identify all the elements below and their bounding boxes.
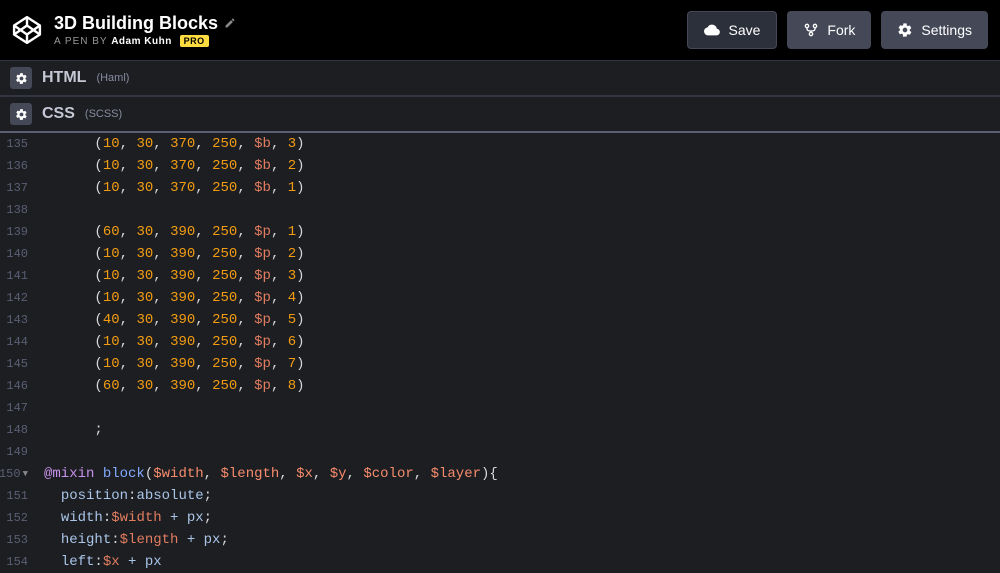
- line-number: 146: [0, 375, 28, 397]
- code-line[interactable]: height:$length + px;: [36, 529, 1000, 551]
- fork-icon: [803, 22, 819, 38]
- code-line[interactable]: ;: [36, 419, 1000, 441]
- line-number: 151: [0, 485, 28, 507]
- pen-title[interactable]: 3D Building Blocks: [54, 13, 687, 34]
- code-line[interactable]: (10, 30, 390, 250, $p, 4): [36, 287, 1000, 309]
- code-line[interactable]: [36, 441, 1000, 463]
- code-line[interactable]: [36, 199, 1000, 221]
- css-panel-title: CSS: [42, 105, 75, 123]
- line-number: 141: [0, 265, 28, 287]
- line-number: 148: [0, 419, 28, 441]
- settings-label: Settings: [921, 22, 972, 38]
- line-number: 145: [0, 353, 28, 375]
- code-line[interactable]: (60, 30, 390, 250, $p, 8): [36, 375, 1000, 397]
- code-line[interactable]: (10, 30, 370, 250, $b, 2): [36, 155, 1000, 177]
- code-line[interactable]: (10, 30, 390, 250, $p, 3): [36, 265, 1000, 287]
- css-settings-button[interactable]: [10, 103, 32, 125]
- line-number: 144: [0, 331, 28, 353]
- line-number: 150▼: [0, 463, 28, 485]
- code-line[interactable]: (10, 30, 390, 250, $p, 2): [36, 243, 1000, 265]
- code-line[interactable]: (10, 30, 370, 250, $b, 3): [36, 133, 1000, 155]
- line-number: 142: [0, 287, 28, 309]
- edit-pencil-icon[interactable]: [224, 16, 236, 32]
- cloud-icon: [704, 22, 720, 38]
- title-area: 3D Building Blocks A PEN BY Adam Kuhn PR…: [54, 13, 687, 47]
- line-number: 153: [0, 529, 28, 551]
- css-panel-header[interactable]: CSS (SCSS): [0, 96, 1000, 133]
- line-number: 149: [0, 441, 28, 463]
- pen-title-text: 3D Building Blocks: [54, 13, 218, 34]
- html-settings-button[interactable]: [10, 67, 32, 89]
- line-number: 136: [0, 155, 28, 177]
- action-buttons: Save Fork Settings: [687, 11, 988, 49]
- code-line[interactable]: [36, 397, 1000, 419]
- line-number: 143: [0, 309, 28, 331]
- line-number: 147: [0, 397, 28, 419]
- code-line[interactable]: (40, 30, 390, 250, $p, 5): [36, 309, 1000, 331]
- code-line[interactable]: (60, 30, 390, 250, $p, 1): [36, 221, 1000, 243]
- gutter: 1351361371381391401411421431441451461471…: [0, 133, 36, 573]
- code-line[interactable]: @mixin block($width, $length, $x, $y, $c…: [36, 463, 1000, 485]
- line-number: 135: [0, 133, 28, 155]
- fork-label: Fork: [827, 22, 855, 38]
- html-panel-header[interactable]: HTML (Haml): [0, 60, 1000, 96]
- fork-button[interactable]: Fork: [787, 11, 871, 49]
- line-number: 152: [0, 507, 28, 529]
- line-number: 140: [0, 243, 28, 265]
- line-number: 137: [0, 177, 28, 199]
- save-label: Save: [728, 22, 760, 38]
- author-link[interactable]: Adam Kuhn: [111, 36, 172, 47]
- html-panel-title: HTML: [42, 69, 86, 87]
- code-content[interactable]: (10, 30, 370, 250, $b, 3) (10, 30, 370, …: [36, 133, 1000, 573]
- header: 3D Building Blocks A PEN BY Adam Kuhn PR…: [0, 0, 1000, 60]
- gear-icon: [15, 108, 28, 121]
- byline-prefix: A PEN BY: [54, 36, 111, 47]
- gear-icon: [15, 72, 28, 85]
- save-button[interactable]: Save: [687, 11, 777, 49]
- code-line[interactable]: (10, 30, 390, 250, $p, 6): [36, 331, 1000, 353]
- settings-button[interactable]: Settings: [881, 11, 988, 49]
- code-line[interactable]: left:$x + px: [36, 551, 1000, 573]
- codepen-logo-icon: [12, 15, 42, 45]
- css-panel-sub: (SCSS): [85, 108, 122, 120]
- css-editor[interactable]: 1351361371381391401411421431441451461471…: [0, 133, 1000, 573]
- pro-badge: PRO: [180, 35, 209, 47]
- html-panel-sub: (Haml): [96, 72, 129, 84]
- line-number: 138: [0, 199, 28, 221]
- code-line[interactable]: (10, 30, 390, 250, $p, 7): [36, 353, 1000, 375]
- code-line[interactable]: position:absolute;: [36, 485, 1000, 507]
- line-number: 139: [0, 221, 28, 243]
- code-line[interactable]: (10, 30, 370, 250, $b, 1): [36, 177, 1000, 199]
- line-number: 154: [0, 551, 28, 573]
- code-line[interactable]: width:$width + px;: [36, 507, 1000, 529]
- byline: A PEN BY Adam Kuhn PRO: [54, 36, 687, 47]
- gear-icon: [897, 22, 913, 38]
